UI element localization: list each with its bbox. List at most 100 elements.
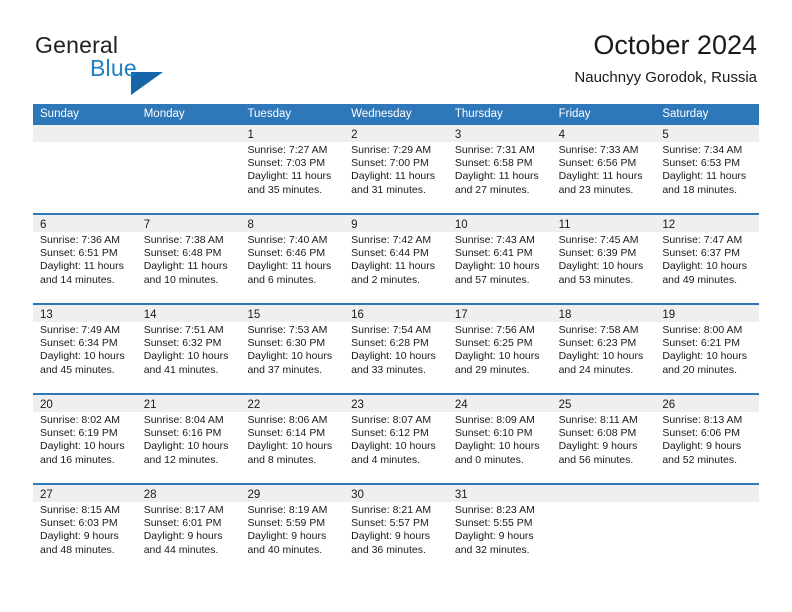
- day-details: Sunrise: 7:54 AM Sunset: 6:28 PM Daylight:…: [344, 322, 448, 377]
- day-number: 14: [143, 309, 157, 321]
- sunset-text: Sunset: 6:39 PM: [558, 247, 637, 260]
- day-details: Sunrise: 8:00 AM Sunset: 6:21 PM Daylight:…: [655, 322, 759, 377]
- day-cell[interactable]: 4 Sunrise: 7:33 AM Sunset: 6:56 PM Daylight…: [551, 125, 656, 213]
- sunset-text: Sunset: 6:30 PM: [247, 337, 326, 350]
- day-number: 8: [247, 219, 254, 231]
- day-number-band: 4: [551, 125, 656, 142]
- day-cell[interactable]: 3 Sunrise: 7:31 AM Sunset: 6:58 PM Daylight…: [447, 125, 552, 213]
- sunset-text: Sunset: 5:55 PM: [454, 517, 533, 530]
- day-number-band: 31: [447, 485, 552, 502]
- day-number: 11: [558, 219, 571, 231]
- day-cell[interactable]: 2 Sunrise: 7:29 AM Sunset: 7:00 PM Daylight…: [344, 125, 448, 213]
- day-cell[interactable]: 28 Sunrise: 8:17 AM Sunset: 6:01 PM Dayligh…: [136, 485, 241, 573]
- day-number: 23: [351, 399, 364, 411]
- daylight-text: Daylight: 10 hours and 57 minutes.: [454, 260, 540, 286]
- day-cell[interactable]: 30 Sunrise: 8:21 AM Sunset: 5:57 PM Dayligh…: [344, 485, 448, 573]
- day-number-band: 16: [344, 305, 448, 322]
- day-number-band: 9: [344, 215, 448, 232]
- daylight-text: Daylight: 10 hours and 49 minutes.: [662, 260, 747, 286]
- daylight-text: Daylight: 10 hours and 41 minutes.: [143, 350, 229, 376]
- day-number: 7: [143, 219, 151, 231]
- day-cell[interactable]: 22 Sunrise: 8:06 AM Sunset: 6:14 PM Dayligh…: [240, 395, 345, 483]
- day-number-band: [655, 485, 760, 502]
- day-cell[interactable]: 26 Sunrise: 8:13 AM Sunset: 6:06 PM Dayligh…: [655, 395, 760, 483]
- daylight-text: Daylight: 11 hours and 10 minutes.: [143, 260, 228, 286]
- day-cell[interactable]: 7 Sunrise: 7:38 AM Sunset: 6:48 PM Daylight…: [136, 215, 241, 303]
- day-cell[interactable]: 25 Sunrise: 8:11 AM Sunset: 6:08 PM Dayligh…: [551, 395, 656, 483]
- day-number-band: 21: [136, 395, 241, 412]
- day-cell-empty: [136, 125, 241, 213]
- day-number-band: 6: [33, 215, 137, 232]
- sunset-text: Sunset: 6:48 PM: [143, 247, 222, 260]
- day-cell[interactable]: 16 Sunrise: 7:54 AM Sunset: 6:28 PM Dayligh…: [344, 305, 448, 393]
- day-number-band: 26: [655, 395, 760, 412]
- sunset-text: Sunset: 7:00 PM: [351, 157, 429, 170]
- daylight-text: Daylight: 10 hours and 53 minutes.: [558, 260, 644, 286]
- day-cell[interactable]: 17 Sunrise: 7:56 AM Sunset: 6:25 PM Dayligh…: [447, 305, 552, 393]
- week-row: 27 Sunrise: 8:15 AM Sunset: 6:03 PM Dayligh…: [33, 483, 760, 573]
- day-cell[interactable]: 9 Sunrise: 7:42 AM Sunset: 6:44 PM Daylight…: [344, 215, 448, 303]
- daylight-text: Daylight: 10 hours and 4 minutes.: [351, 440, 436, 466]
- sunrise-text: Sunrise: 8:02 AM: [40, 414, 120, 426]
- sunset-text: Sunset: 6:12 PM: [351, 427, 429, 440]
- sunrise-text: Sunrise: 7:47 AM: [662, 234, 743, 246]
- day-details: Sunrise: 8:06 AM Sunset: 6:14 PM Daylight:…: [240, 412, 344, 467]
- day-cell[interactable]: 24 Sunrise: 8:09 AM Sunset: 6:10 PM Dayligh…: [447, 395, 552, 483]
- daylight-text: Daylight: 9 hours and 32 minutes.: [454, 530, 534, 556]
- day-number: 9: [351, 219, 358, 231]
- sunrise-text: Sunrise: 7:42 AM: [351, 234, 432, 246]
- day-cell[interactable]: 29 Sunrise: 8:19 AM Sunset: 5:59 PM Dayligh…: [240, 485, 345, 573]
- page-header: General Blue October 2024 Nauchnyy Gorod…: [0, 0, 792, 100]
- day-details: Sunrise: 7:43 AM Sunset: 6:41 PM Daylight:…: [448, 232, 552, 287]
- day-cell[interactable]: 18 Sunrise: 7:58 AM Sunset: 6:23 PM Dayligh…: [551, 305, 656, 393]
- day-details: Sunrise: 8:07 AM Sunset: 6:12 PM Daylight:…: [344, 412, 448, 467]
- sunrise-text: Sunrise: 8:23 AM: [454, 504, 535, 516]
- sunset-text: Sunset: 6:28 PM: [351, 337, 429, 350]
- day-number-band: 24: [447, 395, 552, 412]
- sunset-text: Sunset: 6:58 PM: [454, 157, 533, 170]
- sunrise-text: Sunrise: 7:56 AM: [454, 324, 535, 336]
- daylight-text: Daylight: 11 hours and 18 minutes.: [662, 170, 747, 196]
- day-cell[interactable]: 27 Sunrise: 8:15 AM Sunset: 6:03 PM Dayligh…: [33, 485, 137, 573]
- calendar-weeks: 1 Sunrise: 7:27 AM Sunset: 7:03 PM Daylight…: [33, 125, 760, 573]
- sunset-text: Sunset: 6:46 PM: [247, 247, 326, 260]
- day-number: 3: [454, 129, 462, 141]
- day-details: Sunrise: 8:09 AM Sunset: 6:10 PM Daylight:…: [448, 412, 552, 467]
- daylight-text: Daylight: 11 hours and 31 minutes.: [351, 170, 436, 196]
- day-cell[interactable]: 10 Sunrise: 7:43 AM Sunset: 6:41 PM Dayligh…: [447, 215, 552, 303]
- day-number-band: 20: [33, 395, 137, 412]
- day-cell[interactable]: 11 Sunrise: 7:45 AM Sunset: 6:39 PM Dayligh…: [551, 215, 656, 303]
- sunrise-text: Sunrise: 8:15 AM: [40, 504, 120, 516]
- day-cell[interactable]: 15 Sunrise: 7:53 AM Sunset: 6:30 PM Dayligh…: [240, 305, 345, 393]
- day-number: 2: [351, 129, 358, 141]
- day-number: 16: [351, 309, 364, 321]
- day-cell[interactable]: 23 Sunrise: 8:07 AM Sunset: 6:12 PM Dayligh…: [344, 395, 448, 483]
- day-details: Sunrise: 7:38 AM Sunset: 6:48 PM Daylight:…: [137, 232, 241, 287]
- day-details: Sunrise: 7:45 AM Sunset: 6:39 PM Daylight:…: [552, 232, 656, 287]
- day-cell[interactable]: 5 Sunrise: 7:34 AM Sunset: 6:53 PM Daylight…: [655, 125, 760, 213]
- sunrise-text: Sunrise: 8:07 AM: [351, 414, 432, 426]
- day-details: [655, 502, 759, 504]
- day-cell[interactable]: 19 Sunrise: 8:00 AM Sunset: 6:21 PM Dayligh…: [655, 305, 760, 393]
- day-number: 15: [247, 309, 261, 321]
- sunrise-text: Sunrise: 7:27 AM: [247, 144, 328, 156]
- day-cell[interactable]: 1 Sunrise: 7:27 AM Sunset: 7:03 PM Daylight…: [240, 125, 345, 213]
- daylight-text: Daylight: 10 hours and 20 minutes.: [662, 350, 747, 376]
- day-cell[interactable]: 13 Sunrise: 7:49 AM Sunset: 6:34 PM Dayligh…: [33, 305, 137, 393]
- day-cell[interactable]: 20 Sunrise: 8:02 AM Sunset: 6:19 PM Dayligh…: [33, 395, 137, 483]
- sunrise-text: Sunrise: 8:21 AM: [351, 504, 432, 516]
- day-cell[interactable]: 6 Sunrise: 7:36 AM Sunset: 6:51 PM Daylight…: [33, 215, 137, 303]
- day-cell[interactable]: 14 Sunrise: 7:51 AM Sunset: 6:32 PM Dayligh…: [136, 305, 241, 393]
- calendar-page: General Blue October 2024 Nauchnyy Gorod…: [0, 0, 792, 612]
- title-block: October 2024 Nauchnyy Gorodok, Russia: [574, 28, 757, 88]
- day-details: Sunrise: 7:27 AM Sunset: 7:03 PM Daylight:…: [240, 142, 344, 197]
- day-cell[interactable]: 8 Sunrise: 7:40 AM Sunset: 6:46 PM Daylight…: [240, 215, 345, 303]
- day-number-band: 18: [551, 305, 656, 322]
- day-cell[interactable]: 12 Sunrise: 7:47 AM Sunset: 6:37 PM Dayligh…: [655, 215, 760, 303]
- day-cell[interactable]: 31 Sunrise: 8:23 AM Sunset: 5:55 PM Dayligh…: [447, 485, 552, 573]
- sunrise-text: Sunrise: 7:29 AM: [351, 144, 432, 156]
- day-number: 27: [40, 489, 53, 501]
- day-cell[interactable]: 21 Sunrise: 8:04 AM Sunset: 6:16 PM Dayligh…: [136, 395, 241, 483]
- sunrise-text: Sunrise: 8:17 AM: [143, 504, 224, 516]
- day-details: Sunrise: 7:56 AM Sunset: 6:25 PM Daylight:…: [448, 322, 552, 377]
